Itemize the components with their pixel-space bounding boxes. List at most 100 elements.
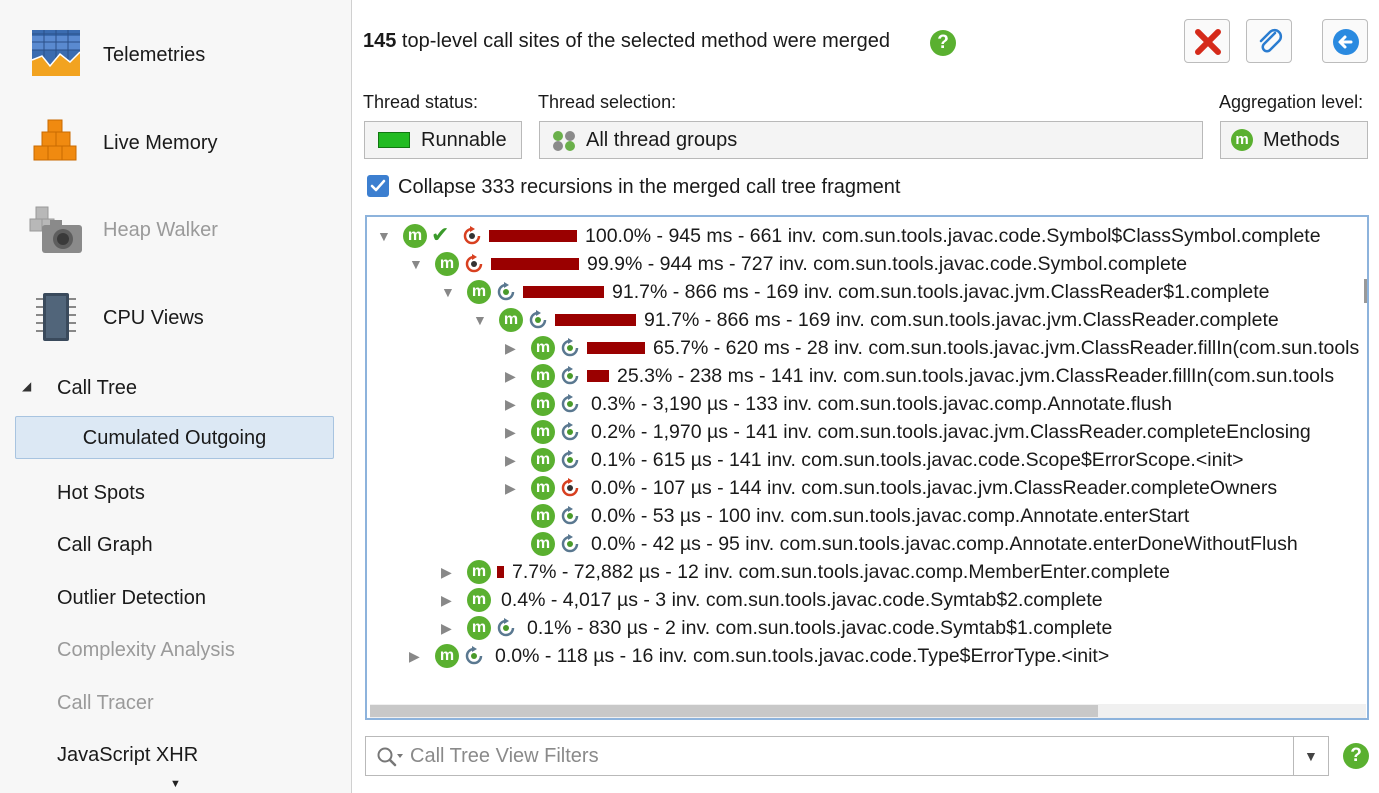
tree-row-text: 25.3% - 238 ms - 141 inv. com.sun.tools.…: [617, 365, 1335, 387]
recursion-cycle-icon: [497, 282, 515, 301]
thread-status-value: Runnable: [421, 129, 507, 151]
tree-row-text: 0.4% - 4,017 µs - 3 inv. com.sun.tools.j…: [501, 589, 1103, 611]
tree-row[interactable]: ▶ m 0.4% - 4,017 µs - 3 inv. com.sun.tools…: [367, 586, 1367, 614]
collapsed-arrow-icon[interactable]: ▶: [441, 620, 452, 637]
recursion-cycle-icon: [561, 478, 579, 497]
sidebar-item-complexity-analysis[interactable]: Complexity Analysis: [57, 632, 235, 668]
sidebar-section-call-tree[interactable]: ◢ Call Tree: [0, 370, 351, 406]
filter-help-icon[interactable]: ?: [1343, 743, 1369, 769]
back-button[interactable]: [1322, 19, 1368, 63]
close-button[interactable]: [1184, 19, 1230, 63]
recursion-cycle-icon: [463, 226, 481, 245]
expanded-arrow-icon[interactable]: ▼: [473, 312, 487, 328]
vertical-scrollbar[interactable]: [1364, 279, 1367, 303]
tree-row[interactable]: ▶ m 7.7% - 72,882 µs - 12 inv. com.sun.too…: [367, 558, 1367, 586]
tree-row[interactable]: ▶ m 0.0% - 107 µs - 144 inv. com.sun.tools…: [367, 474, 1367, 502]
sidebar: Telemetries Live Memory Heap Walker CPU …: [0, 0, 352, 793]
sidebar-item-cumulated-outgoing[interactable]: Cumulated Outgoing: [15, 416, 334, 459]
sidebar-item-hot-spots[interactable]: Hot Spots: [57, 475, 145, 511]
method-icon: m: [467, 560, 491, 584]
collapse-triangle-icon[interactable]: ◢: [22, 379, 31, 393]
sidebar-item-javascript-xhr[interactable]: JavaScript XHR: [57, 737, 198, 773]
scroll-down-icon[interactable]: ▼: [170, 778, 181, 790]
help-icon[interactable]: ?: [930, 30, 956, 56]
percentage-bar: [587, 342, 645, 354]
tree-row[interactable]: ▶ m 0.2% - 1,970 µs - 141 inv. com.sun.too…: [367, 418, 1367, 446]
tree-row[interactable]: ▼ m 99.9% - 944 ms - 727 inv. com.sun.tool…: [367, 250, 1367, 278]
recursion-cycle-icon: [561, 394, 579, 413]
tree-row[interactable]: ▶ m 0.1% - 830 µs - 2 inv. com.sun.tools.j…: [367, 614, 1367, 642]
tree-row-text: 0.0% - 53 µs - 100 inv. com.sun.tools.ja…: [591, 505, 1190, 527]
horizontal-scrollbar[interactable]: [370, 704, 1366, 718]
thread-status-combo[interactable]: Runnable: [364, 121, 522, 159]
tree-row[interactable]: ▶ m 0.3% - 3,190 µs - 133 inv. com.sun.too…: [367, 390, 1367, 418]
recursion-cycle-icon: [561, 366, 579, 385]
tree-row[interactable]: ▼ m 91.7% - 866 ms - 169 inv. com.sun.tool…: [367, 278, 1367, 306]
recursion-cycle-icon: [561, 338, 579, 357]
aggregation-level-combo[interactable]: m Methods: [1220, 121, 1368, 159]
sidebar-view-telemetries[interactable]: Telemetries: [0, 20, 351, 90]
tree-row[interactable]: ▶ m 65.7% - 620 ms - 28 inv. com.sun.tools…: [367, 334, 1367, 362]
percentage-bar: [497, 566, 504, 578]
call-tree-view-filters[interactable]: Call Tree View Filters ▼: [365, 736, 1329, 776]
tree-row[interactable]: m 0.0% - 53 µs - 100 inv. com.sun.tools.j…: [367, 502, 1367, 530]
percentage-bar: [489, 230, 577, 242]
back-arrow-icon: [1333, 29, 1359, 55]
sidebar-item-call-graph[interactable]: Call Graph: [57, 527, 153, 563]
collapsed-arrow-icon[interactable]: ▶: [505, 480, 516, 497]
tree-row[interactable]: ▼ m ✔ 100.0% - 945 ms - 661 inv. com.sun.to…: [367, 222, 1367, 250]
sidebar-view-label: Heap Walker: [103, 219, 218, 241]
collapse-recursions-checkbox[interactable]: [367, 175, 389, 197]
horizontal-scrollbar-thumb[interactable]: [370, 705, 1098, 717]
runnable-status-icon: [378, 132, 410, 148]
thread-groups-icon: [553, 131, 575, 151]
sidebar-view-label: Live Memory: [103, 132, 218, 154]
merged-count: 145: [363, 30, 397, 52]
collapsed-arrow-icon[interactable]: ▶: [505, 396, 516, 413]
sidebar-view-heap-walker[interactable]: Heap Walker: [0, 195, 351, 265]
merge-summary: 145 top-level call sites of the selected…: [363, 30, 890, 53]
recursion-cycle-icon: [561, 450, 579, 469]
expanded-arrow-icon[interactable]: ▼: [441, 284, 455, 300]
collapsed-arrow-icon[interactable]: ▶: [441, 564, 452, 581]
method-icon: m: [531, 392, 555, 416]
recursion-cycle-icon: [465, 646, 483, 665]
recursion-cycle-icon: [465, 254, 483, 273]
expanded-arrow-icon[interactable]: ▼: [377, 228, 391, 244]
tree-row-text: 0.0% - 118 µs - 16 inv. com.sun.tools.ja…: [495, 645, 1110, 667]
recursion-cycle-icon: [561, 506, 579, 525]
tree-row[interactable]: ▼ m 91.7% - 866 ms - 169 inv. com.sun.tool…: [367, 306, 1367, 334]
tree-row-text: 0.1% - 830 µs - 2 inv. com.sun.tools.jav…: [527, 617, 1113, 639]
tree-row[interactable]: ▶ m 25.3% - 238 ms - 141 inv. com.sun.tool…: [367, 362, 1367, 390]
tree-row-text: 0.2% - 1,970 µs - 141 inv. com.sun.tools…: [591, 421, 1311, 443]
collapsed-arrow-icon[interactable]: ▶: [505, 368, 516, 385]
collapsed-arrow-icon[interactable]: ▶: [409, 648, 420, 665]
telemetries-icon: [31, 30, 81, 76]
collapse-recursions-label: Collapse 333 recursions in the merged ca…: [398, 176, 901, 198]
collapsed-arrow-icon[interactable]: ▶: [505, 452, 516, 469]
collapsed-arrow-icon[interactable]: ▶: [505, 424, 516, 441]
sidebar-item-outlier-detection[interactable]: Outlier Detection: [57, 580, 206, 616]
sidebar-item-call-tracer[interactable]: Call Tracer: [57, 685, 154, 721]
paperclip-icon: [1259, 28, 1283, 53]
expanded-arrow-icon[interactable]: ▼: [409, 256, 423, 272]
method-icon: m: [499, 308, 523, 332]
collapsed-arrow-icon[interactable]: ▶: [441, 592, 452, 609]
tree-row[interactable]: m 0.0% - 42 µs - 95 inv. com.sun.tools.ja…: [367, 530, 1367, 558]
tree-row[interactable]: ▶ m 0.1% - 615 µs - 141 inv. com.sun.tools…: [367, 446, 1367, 474]
call-tree[interactable]: ▼ m ✔ 100.0% - 945 ms - 661 inv. com.sun.to…: [365, 215, 1369, 720]
sidebar-section-label: Call Tree: [57, 377, 138, 399]
filter-dropdown-button[interactable]: ▼: [1293, 737, 1328, 775]
tree-row[interactable]: ▶ m 0.0% - 118 µs - 16 inv. com.sun.tools.…: [367, 642, 1367, 670]
sidebar-view-cpu-views[interactable]: CPU Views: [0, 283, 351, 353]
attach-button[interactable]: [1246, 19, 1292, 63]
recursion-cycle-icon: [561, 422, 579, 441]
thread-selection-combo[interactable]: All thread groups: [539, 121, 1203, 159]
merge-summary-text: top-level call sites of the selected met…: [396, 30, 890, 52]
percentage-bar: [587, 370, 609, 382]
percentage-bar: [491, 258, 579, 270]
collapsed-arrow-icon[interactable]: ▶: [505, 340, 516, 357]
sidebar-view-live-memory[interactable]: Live Memory: [0, 108, 351, 178]
method-icon: m: [531, 476, 555, 500]
tree-row-text: 91.7% - 866 ms - 169 inv. com.sun.tools.…: [644, 309, 1279, 331]
